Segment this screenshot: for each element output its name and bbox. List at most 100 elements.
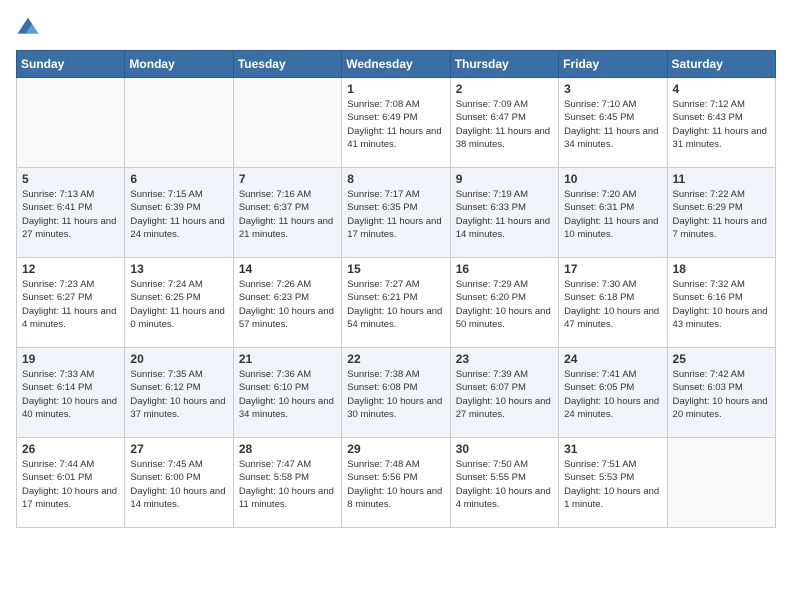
day-info: Sunrise: 7:15 AM Sunset: 6:39 PM Dayligh…	[130, 188, 227, 241]
day-number: 11	[673, 172, 770, 186]
day-number: 25	[673, 352, 770, 366]
day-number: 21	[239, 352, 336, 366]
day-info: Sunrise: 7:08 AM Sunset: 6:49 PM Dayligh…	[347, 98, 444, 151]
day-cell: 31 Sunrise: 7:51 AM Sunset: 5:53 PM Dayli…	[559, 438, 667, 528]
day-info: Sunrise: 7:22 AM Sunset: 6:29 PM Dayligh…	[673, 188, 770, 241]
day-info: Sunrise: 7:35 AM Sunset: 6:12 PM Dayligh…	[130, 368, 227, 421]
day-info: Sunrise: 7:16 AM Sunset: 6:37 PM Dayligh…	[239, 188, 336, 241]
day-info: Sunrise: 7:50 AM Sunset: 5:55 PM Dayligh…	[456, 458, 553, 511]
day-number: 17	[564, 262, 661, 276]
day-number: 12	[22, 262, 119, 276]
day-cell: 3 Sunrise: 7:10 AM Sunset: 6:45 PM Daylig…	[559, 78, 667, 168]
day-info: Sunrise: 7:17 AM Sunset: 6:35 PM Dayligh…	[347, 188, 444, 241]
day-number: 3	[564, 82, 661, 96]
day-cell: 13Sunrise: 7:24 AM Sunset: 6:25 PM Dayli…	[125, 258, 233, 348]
day-info: Sunrise: 7:47 AM Sunset: 5:58 PM Dayligh…	[239, 458, 336, 511]
day-info: Sunrise: 7:38 AM Sunset: 6:08 PM Dayligh…	[347, 368, 444, 421]
day-number: 27	[130, 442, 227, 456]
day-number: 14	[239, 262, 336, 276]
day-number: 4	[673, 82, 770, 96]
day-number: 26	[22, 442, 119, 456]
day-number: 31	[564, 442, 661, 456]
day-cell: 8 Sunrise: 7:17 AM Sunset: 6:35 PM Daylig…	[342, 168, 450, 258]
page-header	[16, 16, 776, 40]
day-number: 8	[347, 172, 444, 186]
empty-cell	[233, 78, 341, 168]
day-cell: 16 Sunrise: 7:29 AM Sunset: 6:20 PM Dayli…	[450, 258, 558, 348]
day-info: Sunrise: 7:10 AM Sunset: 6:45 PM Dayligh…	[564, 98, 661, 151]
day-number: 5	[22, 172, 119, 186]
day-info: Sunrise: 7:30 AM Sunset: 6:18 PM Dayligh…	[564, 278, 661, 331]
day-cell: 21 Sunrise: 7:36 AM Sunset: 6:10 PM Dayli…	[233, 348, 341, 438]
calendar-week-row: 5 Sunrise: 7:13 AM Sunset: 6:41 PM Daylig…	[17, 168, 776, 258]
logo-icon	[16, 16, 40, 40]
day-info: Sunrise: 7:32 AM Sunset: 6:16 PM Dayligh…	[673, 278, 770, 331]
day-cell: 10Sunrise: 7:20 AM Sunset: 6:31 PM Dayli…	[559, 168, 667, 258]
day-number: 15	[347, 262, 444, 276]
day-cell: 23 Sunrise: 7:39 AM Sunset: 6:07 PM Dayli…	[450, 348, 558, 438]
weekday-header: Monday	[125, 51, 233, 78]
day-cell: 6 Sunrise: 7:15 AM Sunset: 6:39 PM Daylig…	[125, 168, 233, 258]
day-info: Sunrise: 7:09 AM Sunset: 6:47 PM Dayligh…	[456, 98, 553, 151]
day-cell: 12 Sunrise: 7:23 AM Sunset: 6:27 PM Dayli…	[17, 258, 125, 348]
day-cell: 24Sunrise: 7:41 AM Sunset: 6:05 PM Dayli…	[559, 348, 667, 438]
day-info: Sunrise: 7:51 AM Sunset: 5:53 PM Dayligh…	[564, 458, 661, 511]
day-number: 23	[456, 352, 553, 366]
day-number: 19	[22, 352, 119, 366]
day-info: Sunrise: 7:19 AM Sunset: 6:33 PM Dayligh…	[456, 188, 553, 241]
day-number: 2	[456, 82, 553, 96]
day-info: Sunrise: 7:24 AM Sunset: 6:25 PM Dayligh…	[130, 278, 227, 331]
day-info: Sunrise: 7:20 AM Sunset: 6:31 PM Dayligh…	[564, 188, 661, 241]
empty-cell	[667, 438, 775, 528]
weekday-header: Friday	[559, 51, 667, 78]
day-number: 6	[130, 172, 227, 186]
day-number: 24	[564, 352, 661, 366]
day-info: Sunrise: 7:44 AM Sunset: 6:01 PM Dayligh…	[22, 458, 119, 511]
day-cell: 11 Sunrise: 7:22 AM Sunset: 6:29 PM Dayli…	[667, 168, 775, 258]
day-cell: 28 Sunrise: 7:47 AM Sunset: 5:58 PM Dayli…	[233, 438, 341, 528]
day-number: 20	[130, 352, 227, 366]
day-info: Sunrise: 7:12 AM Sunset: 6:43 PM Dayligh…	[673, 98, 770, 151]
day-cell: 25 Sunrise: 7:42 AM Sunset: 6:03 PM Dayli…	[667, 348, 775, 438]
day-cell: 1 Sunrise: 7:08 AM Sunset: 6:49 PM Daylig…	[342, 78, 450, 168]
day-cell: 20 Sunrise: 7:35 AM Sunset: 6:12 PM Dayli…	[125, 348, 233, 438]
empty-cell	[17, 78, 125, 168]
day-info: Sunrise: 7:27 AM Sunset: 6:21 PM Dayligh…	[347, 278, 444, 331]
day-info: Sunrise: 7:23 AM Sunset: 6:27 PM Dayligh…	[22, 278, 119, 331]
day-cell: 26 Sunrise: 7:44 AM Sunset: 6:01 PM Dayli…	[17, 438, 125, 528]
day-number: 29	[347, 442, 444, 456]
day-number: 1	[347, 82, 444, 96]
day-cell: 29 Sunrise: 7:48 AM Sunset: 5:56 PM Dayli…	[342, 438, 450, 528]
day-info: Sunrise: 7:13 AM Sunset: 6:41 PM Dayligh…	[22, 188, 119, 241]
day-cell: 2 Sunrise: 7:09 AM Sunset: 6:47 PM Daylig…	[450, 78, 558, 168]
weekday-header: Thursday	[450, 51, 558, 78]
day-info: Sunrise: 7:39 AM Sunset: 6:07 PM Dayligh…	[456, 368, 553, 421]
day-number: 22	[347, 352, 444, 366]
calendar-week-row: 1 Sunrise: 7:08 AM Sunset: 6:49 PM Daylig…	[17, 78, 776, 168]
day-number: 7	[239, 172, 336, 186]
day-number: 16	[456, 262, 553, 276]
day-number: 30	[456, 442, 553, 456]
day-info: Sunrise: 7:29 AM Sunset: 6:20 PM Dayligh…	[456, 278, 553, 331]
calendar-table: SundayMondayTuesdayWednesdayThursdayFrid…	[16, 50, 776, 528]
empty-cell	[125, 78, 233, 168]
day-cell: 15 Sunrise: 7:27 AM Sunset: 6:21 PM Dayli…	[342, 258, 450, 348]
day-info: Sunrise: 7:48 AM Sunset: 5:56 PM Dayligh…	[347, 458, 444, 511]
day-cell: 30 Sunrise: 7:50 AM Sunset: 5:55 PM Dayli…	[450, 438, 558, 528]
day-info: Sunrise: 7:36 AM Sunset: 6:10 PM Dayligh…	[239, 368, 336, 421]
day-number: 18	[673, 262, 770, 276]
weekday-header: Saturday	[667, 51, 775, 78]
day-info: Sunrise: 7:42 AM Sunset: 6:03 PM Dayligh…	[673, 368, 770, 421]
day-cell: 27Sunrise: 7:45 AM Sunset: 6:00 PM Dayli…	[125, 438, 233, 528]
weekday-header: Wednesday	[342, 51, 450, 78]
day-cell: 17 Sunrise: 7:30 AM Sunset: 6:18 PM Dayli…	[559, 258, 667, 348]
day-number: 28	[239, 442, 336, 456]
calendar-week-row: 19Sunrise: 7:33 AM Sunset: 6:14 PM Dayli…	[17, 348, 776, 438]
day-cell: 19Sunrise: 7:33 AM Sunset: 6:14 PM Dayli…	[17, 348, 125, 438]
logo	[16, 16, 42, 40]
calendar-week-row: 26 Sunrise: 7:44 AM Sunset: 6:01 PM Dayli…	[17, 438, 776, 528]
day-cell: 9Sunrise: 7:19 AM Sunset: 6:33 PM Daylig…	[450, 168, 558, 258]
day-info: Sunrise: 7:26 AM Sunset: 6:23 PM Dayligh…	[239, 278, 336, 331]
day-cell: 22 Sunrise: 7:38 AM Sunset: 6:08 PM Dayli…	[342, 348, 450, 438]
day-cell: 4 Sunrise: 7:12 AM Sunset: 6:43 PM Daylig…	[667, 78, 775, 168]
